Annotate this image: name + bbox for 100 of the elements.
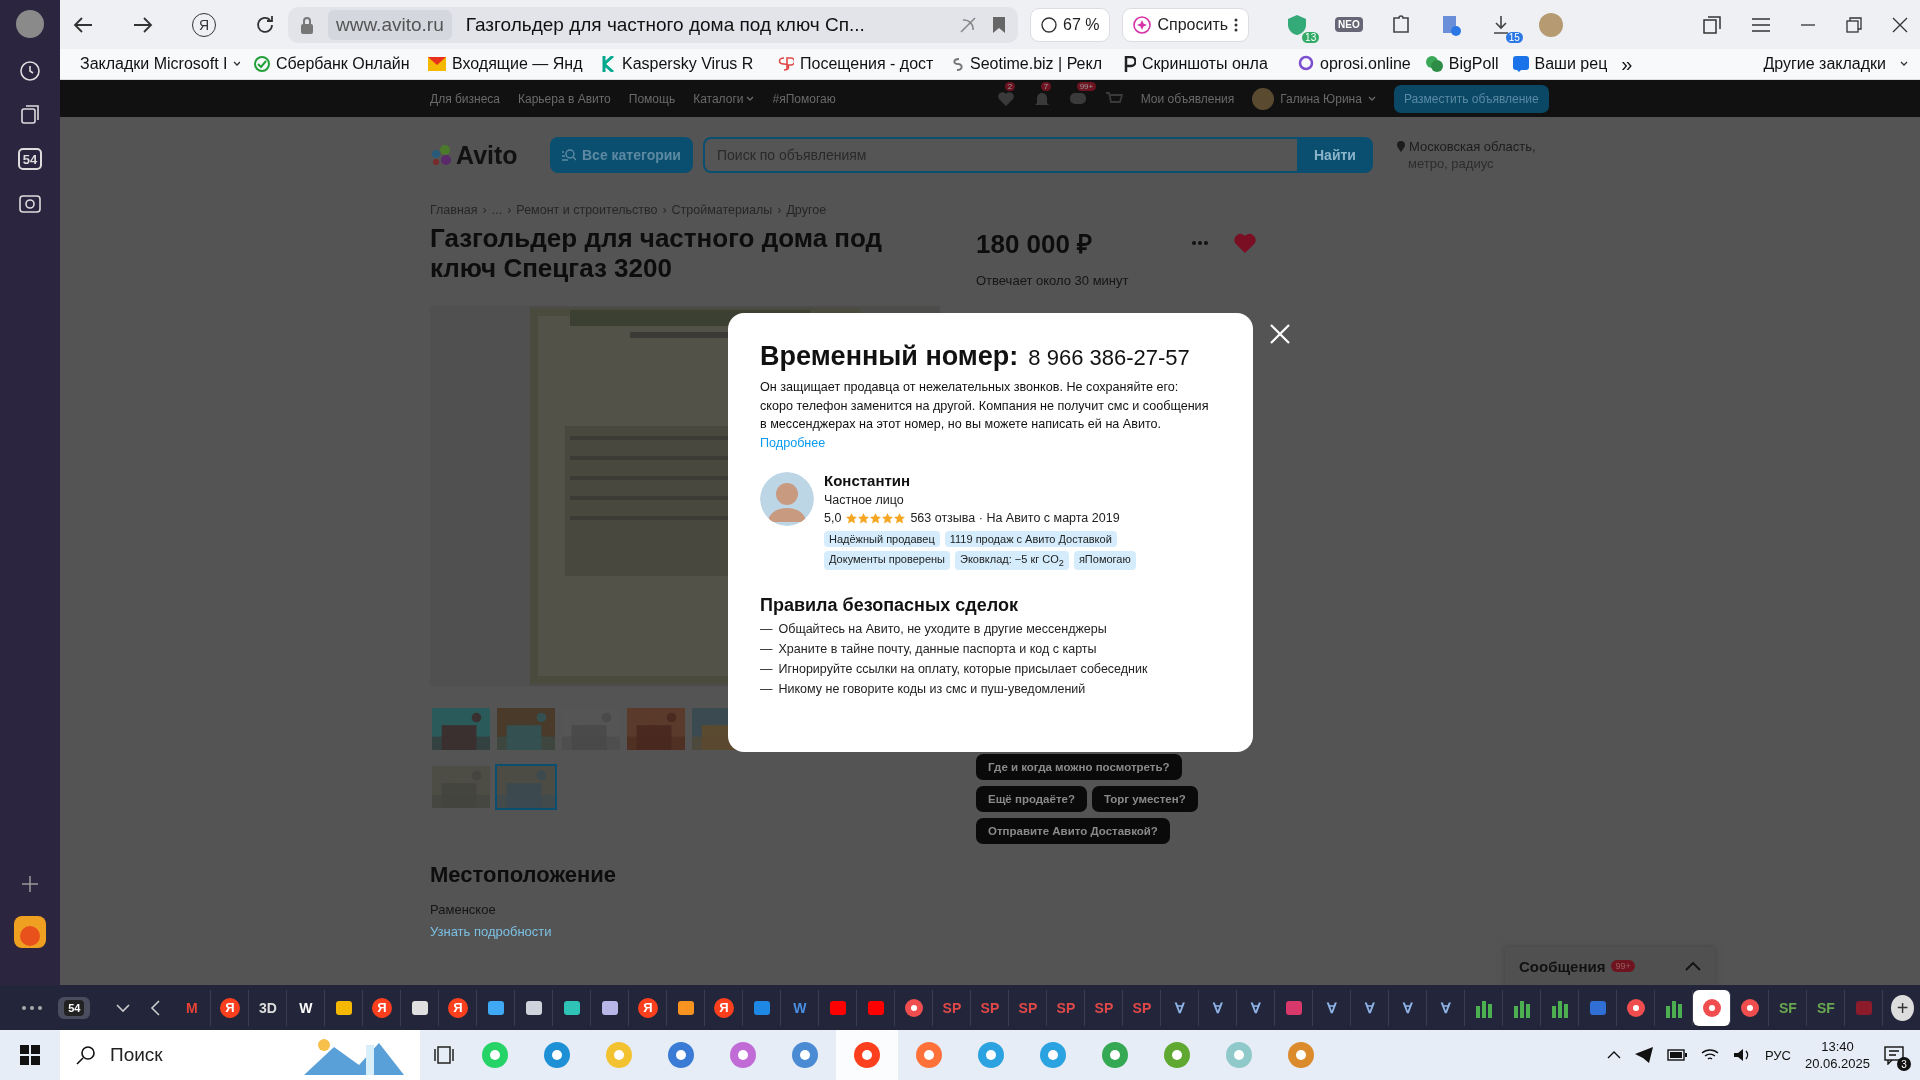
restore-icon[interactable] — [1846, 16, 1862, 33]
address-field[interactable]: www.avito.ru — [328, 9, 452, 40]
chevron-up-icon[interactable] — [1606, 1051, 1621, 1059]
bookmark-link[interactable]: Seotime.biz | Рекл — [970, 55, 1103, 73]
browser-tab[interactable] — [1693, 989, 1732, 1026]
chevron-down-icon[interactable] — [233, 61, 240, 67]
browser-tab[interactable]: Я — [363, 989, 402, 1026]
chevron-down-icon[interactable] — [1900, 61, 1908, 67]
browser-tab[interactable]: M — [173, 989, 212, 1026]
location-pin-icon[interactable] — [1298, 55, 1314, 73]
quick-reply-button[interactable]: Где и когда можно посмотреть? — [976, 754, 1182, 780]
bookmark-link[interactable]: Kaspersky Virus R — [622, 55, 754, 73]
more-bookmarks-button[interactable]: » — [1621, 52, 1633, 76]
nav-link[interactable]: Помощь — [628, 91, 676, 106]
privacy-icon[interactable] — [958, 14, 978, 35]
quick-reply-button[interactable]: Ещё продаёте? — [976, 786, 1087, 812]
clock-time[interactable]: 13:40 — [1804, 1038, 1870, 1055]
app-icon[interactable] — [14, 916, 46, 948]
envelope-icon[interactable] — [428, 57, 446, 71]
browser-tab[interactable]: SF — [1769, 989, 1808, 1026]
thumbnail[interactable] — [495, 764, 557, 810]
taskbar-app[interactable] — [836, 1030, 898, 1080]
user-menu[interactable]: Галина Юрина — [1280, 91, 1362, 106]
language-indicator[interactable]: РУС — [1764, 1047, 1791, 1063]
screenshot-icon[interactable] — [18, 192, 42, 214]
task-view-icon[interactable] — [434, 1045, 454, 1065]
user-avatar[interactable] — [1252, 87, 1275, 110]
thumbnail[interactable] — [625, 706, 687, 752]
collections-icon[interactable] — [19, 104, 41, 126]
browser-tab[interactable]: ∀ — [1389, 989, 1428, 1026]
bookmark-link[interactable]: oprosi.online — [1320, 55, 1411, 73]
thumbnail[interactable] — [495, 706, 557, 752]
history-icon[interactable] — [19, 60, 41, 82]
bookmark-icon[interactable] — [992, 15, 1006, 34]
reviews-text[interactable]: 563 отзыва · На Авито с марта 2019 — [910, 511, 1120, 525]
k-logo-icon[interactable] — [602, 56, 616, 72]
st-logo-icon[interactable] — [950, 56, 964, 72]
nav-link[interactable]: Для бизнеса — [430, 91, 500, 106]
tab-group-button[interactable]: 54 — [58, 996, 91, 1019]
ask-button[interactable]: Спросить — [1122, 7, 1250, 42]
close-icon[interactable] — [1892, 16, 1908, 33]
browser-tab[interactable]: SF — [1807, 989, 1846, 1026]
quick-reply-button[interactable]: Отправите Авито Доставкой? — [976, 818, 1170, 844]
chat-bubble-icon[interactable] — [1512, 56, 1529, 72]
p-logo-icon[interactable] — [1124, 56, 1136, 72]
windows-icon[interactable] — [20, 1045, 40, 1065]
back-icon[interactable] — [149, 999, 160, 1016]
sp-logo-icon[interactable] — [776, 56, 794, 72]
menu-icon[interactable] — [1752, 17, 1770, 32]
nav-link[interactable]: Каталоги — [693, 91, 744, 106]
browser-tab[interactable]: ∀ — [1427, 989, 1466, 1026]
browser-tab[interactable]: ∀ — [1161, 989, 1200, 1026]
seller-name[interactable]: Константин — [824, 472, 1164, 489]
bookmark-link[interactable]: Ваши рец — [1534, 55, 1608, 73]
bookmark-link[interactable]: Сбербанк Онлайн — [276, 55, 410, 73]
browser-tab[interactable]: Я — [705, 989, 744, 1026]
bookmark-link[interactable]: BigPoll — [1448, 55, 1499, 73]
browser-tab[interactable]: Я — [439, 989, 478, 1026]
browser-tab[interactable]: SP — [1123, 989, 1162, 1026]
clock-date[interactable]: 20.06.2025 — [1804, 1055, 1870, 1072]
nav-link[interactable]: Карьера в Авито — [518, 91, 611, 106]
more-icon[interactable] — [1234, 17, 1239, 32]
browser-tab[interactable]: ∀ — [1313, 989, 1352, 1026]
telegram-icon[interactable] — [1634, 1047, 1653, 1063]
browser-tab[interactable]: SP — [971, 989, 1010, 1026]
bookmark-link[interactable]: Входящие — Янд — [452, 55, 583, 73]
browser-tab[interactable]: SP — [933, 989, 972, 1026]
browser-tab[interactable]: SP — [1085, 989, 1124, 1026]
check-circle-icon[interactable] — [254, 56, 270, 72]
quick-reply-button[interactable]: Торг уместен? — [1091, 786, 1198, 812]
nav-link[interactable]: Мои объявления — [1140, 91, 1235, 106]
browser-tab[interactable]: ∀ — [1237, 989, 1276, 1026]
new-tab-button[interactable]: + — [1891, 994, 1914, 1021]
details-link[interactable]: Узнать подробности — [430, 924, 976, 939]
browser-tab[interactable]: SP — [1047, 989, 1086, 1026]
tab-count-button[interactable]: 54 — [18, 148, 42, 170]
browser-tab[interactable]: 3D — [249, 989, 288, 1026]
browser-tab[interactable]: Я — [211, 989, 250, 1026]
speaker-icon[interactable] — [1732, 1048, 1751, 1062]
collections-icon[interactable] — [1702, 14, 1722, 35]
zoom-button[interactable]: 67 % — [1030, 7, 1111, 42]
more-icon[interactable] — [22, 1005, 43, 1010]
bookmark-link[interactable]: Посещения - дост — [800, 55, 934, 73]
reload-icon[interactable] — [254, 13, 276, 36]
browser-tab[interactable]: W — [287, 989, 326, 1026]
search-button[interactable]: Найти — [1297, 137, 1373, 173]
bookmark-link[interactable]: Скриншоты онла — [1142, 55, 1268, 73]
browser-tab[interactable]: ∀ — [1351, 989, 1390, 1026]
browser-tab[interactable]: Я — [629, 989, 668, 1026]
bookmark-link[interactable]: Закладки Microsoft I — [80, 55, 228, 73]
extension-label[interactable]: NEO — [1335, 17, 1363, 32]
bookmarks-folder[interactable]: Другие закладки — [1763, 55, 1886, 73]
chat-bubbles-icon[interactable] — [1424, 55, 1443, 73]
more-link[interactable]: Подробнее — [760, 435, 826, 450]
profile-avatar[interactable] — [1538, 12, 1563, 37]
browser-tab[interactable]: W — [781, 989, 820, 1026]
wifi-icon[interactable] — [1700, 1048, 1719, 1062]
profile-avatar[interactable] — [16, 10, 44, 38]
browser-tab[interactable]: ∀ — [1199, 989, 1238, 1026]
battery-icon[interactable] — [1666, 1049, 1687, 1061]
